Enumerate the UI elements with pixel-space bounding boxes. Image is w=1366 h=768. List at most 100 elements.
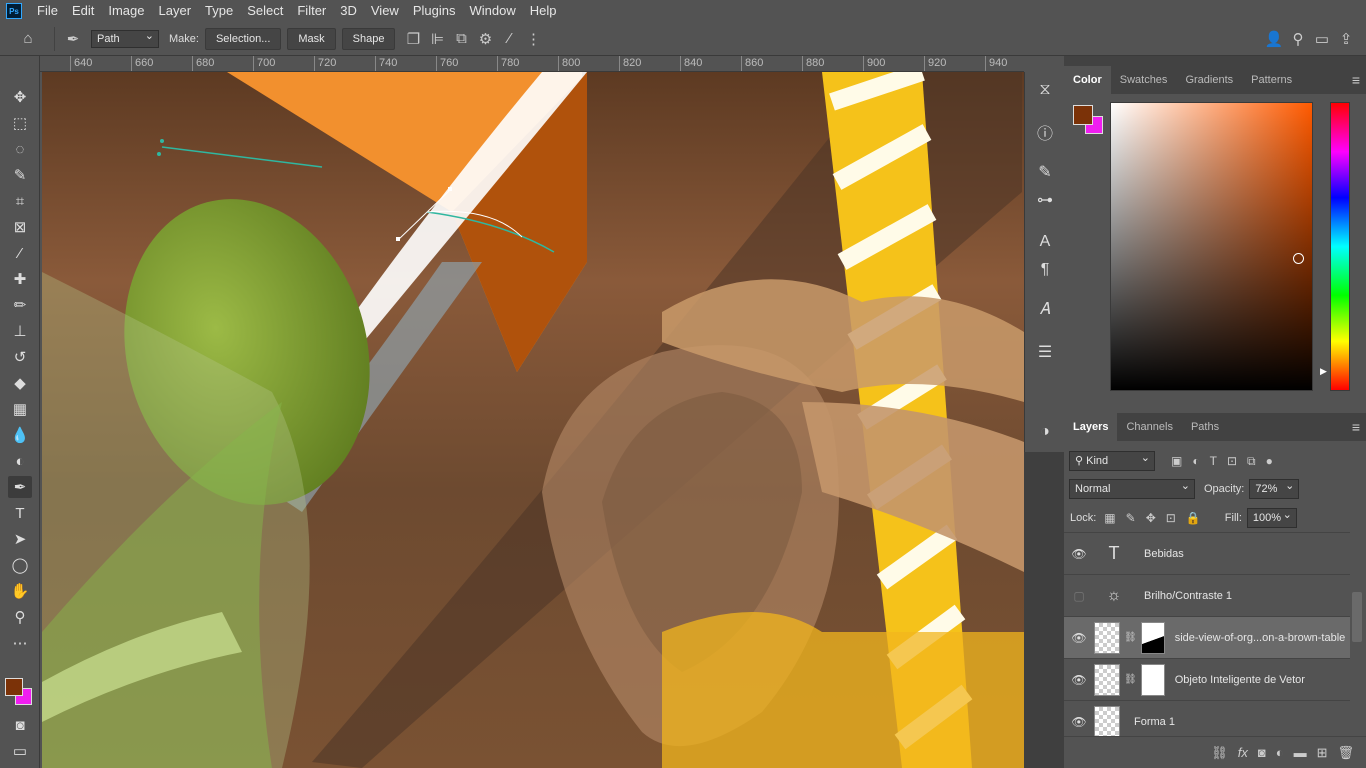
menu-3d[interactable]: 3D — [333, 0, 364, 22]
gear-icon[interactable]: ⚙ — [473, 27, 497, 51]
lock-artboard-icon[interactable]: ⊡ — [1166, 511, 1176, 525]
upload-icon[interactable]: ⇪ — [1334, 27, 1358, 51]
menu-filter[interactable]: Filter — [290, 0, 333, 22]
layer-row-objeto[interactable]: 👁 ⛓ Objeto Inteligente de Vetor — [1064, 658, 1350, 700]
more-tools-icon[interactable]: ⋯ — [8, 632, 32, 654]
layer-mask-thumbnail[interactable] — [1140, 663, 1165, 696]
menu-image[interactable]: Image — [101, 0, 151, 22]
type-tool-icon[interactable]: T — [8, 502, 32, 524]
paragraph-icon[interactable]: ¶ — [1033, 258, 1057, 282]
foreground-color-swatch[interactable] — [5, 678, 23, 696]
blur-tool-icon[interactable]: 💧 — [8, 424, 32, 446]
fx-icon[interactable]: fx — [1238, 745, 1248, 760]
hand-tool-icon[interactable]: ✋ — [8, 580, 32, 602]
menu-help[interactable]: Help — [523, 0, 564, 22]
tab-channels[interactable]: Channels — [1117, 413, 1181, 441]
layer-row-brilho[interactable]: ▢ ☼ Brilho/Contraste 1 — [1064, 574, 1350, 616]
pen-tool-icon[interactable]: ✒ — [8, 476, 32, 498]
menu-view[interactable]: View — [364, 0, 406, 22]
menu-window[interactable]: Window — [462, 0, 522, 22]
menu-type[interactable]: Type — [198, 0, 240, 22]
tab-paths[interactable]: Paths — [1182, 413, 1228, 441]
move-tool-icon[interactable]: ✥ — [8, 86, 32, 108]
brush-tool-icon[interactable]: ✏ — [8, 294, 32, 316]
panel-menu-icon[interactable]: ≡ — [1352, 72, 1366, 88]
crop-tool-icon[interactable]: ⌗ — [8, 190, 32, 212]
new-layer-icon[interactable]: ⊞ — [1317, 745, 1328, 761]
make-mask-button[interactable]: Mask — [287, 27, 336, 50]
properties-icon[interactable]: ☰ — [1033, 340, 1057, 364]
tab-patterns[interactable]: Patterns — [1242, 66, 1301, 94]
dodge-tool-icon[interactable]: ◐ — [8, 450, 32, 472]
quick-mask-icon[interactable]: ◙ — [8, 714, 32, 736]
layer-row-side-view[interactable]: 👁 ⛓ side-view-of-org...on-a-brown-table — [1064, 616, 1350, 658]
make-selection-button[interactable]: Selection... — [204, 27, 282, 50]
menu-edit[interactable]: Edit — [65, 0, 101, 22]
align-edges-icon[interactable]: ⋮ — [521, 27, 545, 51]
link-layers-icon[interactable]: ⛓ — [1211, 745, 1228, 761]
zoom-tool-icon[interactable]: ⚲ — [8, 606, 32, 628]
filter-pixel-icon[interactable]: ▣ — [1171, 454, 1182, 468]
tab-layers[interactable]: Layers — [1064, 413, 1118, 441]
eyedropper-tool-icon[interactable]: ⁄ — [8, 242, 32, 264]
path-alignment-icon[interactable]: ⊫ — [425, 27, 449, 51]
filter-smart-object-icon[interactable]: ⧉ — [1247, 454, 1256, 469]
blend-mode-select[interactable]: Normal — [1069, 477, 1195, 499]
styles-icon[interactable]: ◑ — [1033, 420, 1057, 444]
path-operations-icon[interactable]: ❐ — [401, 27, 425, 51]
lock-all-icon[interactable]: 🔒 — [1186, 511, 1201, 525]
layers-panel-menu-icon[interactable]: ≡ — [1352, 419, 1366, 435]
eye-icon[interactable]: 👁 — [1064, 673, 1094, 687]
trash-icon[interactable]: 🗑 — [1337, 745, 1354, 761]
tab-gradients[interactable]: Gradients — [1176, 66, 1242, 94]
lock-transparent-icon[interactable]: ▦ — [1104, 511, 1115, 525]
lock-pixels-icon[interactable]: ✎ — [1126, 511, 1136, 525]
share-icon[interactable]: 👤 — [1262, 27, 1286, 51]
visibility-off-box[interactable]: ▢ — [1064, 589, 1094, 603]
eye-icon[interactable]: 👁 — [1064, 631, 1094, 645]
info-icon[interactable]: ⓘ — [1033, 120, 1057, 144]
opacity-input[interactable]: 72% — [1249, 477, 1300, 499]
stamp-tool-icon[interactable]: ⊥ — [8, 320, 32, 342]
fill-input[interactable]: 100% — [1246, 506, 1297, 528]
filter-shape-icon[interactable]: ⊡ — [1227, 454, 1237, 468]
adjustments-icon[interactable]: ⊶ — [1033, 188, 1057, 212]
eraser-tool-icon[interactable]: ◆ — [8, 372, 32, 394]
quick-selection-tool-icon[interactable]: ✎ — [8, 164, 32, 186]
ellipse-tool-icon[interactable]: ◯ — [8, 554, 32, 576]
layer-filter-kind[interactable]: ⚲ Kind — [1069, 449, 1155, 471]
history-brush-tool-icon[interactable]: ↺ — [8, 346, 32, 368]
filter-toggle-icon[interactable]: ● — [1266, 454, 1273, 468]
auto-add-delete-icon[interactable]: ⁄ — [497, 27, 521, 51]
path-mode-select[interactable]: Path — [91, 28, 159, 48]
marquee-tool-icon[interactable]: ⬚ — [8, 112, 32, 134]
eye-icon[interactable]: 👁 — [1064, 715, 1094, 729]
saturation-value-picker[interactable] — [1110, 102, 1313, 391]
layers-scrollbar-thumb[interactable] — [1352, 592, 1362, 642]
home-icon[interactable]: ⌂ — [16, 27, 40, 51]
frame-tool-icon[interactable]: ⊠ — [8, 216, 32, 238]
gradient-tool-icon[interactable]: ▦ — [8, 398, 32, 420]
pen-tool-preset-icon[interactable]: ✒ — [61, 27, 85, 51]
add-mask-icon[interactable]: ◙ — [1258, 745, 1266, 760]
glyphs-icon[interactable]: 𝐴 — [1033, 298, 1057, 322]
color-panel-foreground-swatch[interactable] — [1073, 105, 1093, 125]
color-picker-cursor[interactable] — [1293, 253, 1304, 264]
menu-layer[interactable]: Layer — [152, 0, 199, 22]
screen-mode-icon[interactable]: ▭ — [8, 740, 32, 762]
menu-select[interactable]: Select — [240, 0, 290, 22]
hue-slider[interactable] — [1330, 102, 1350, 391]
tab-swatches[interactable]: Swatches — [1111, 66, 1177, 94]
adjustment-layer-icon[interactable]: ◐ — [1276, 745, 1284, 760]
menu-plugins[interactable]: Plugins — [406, 0, 463, 22]
layer-mask-thumbnail[interactable] — [1140, 621, 1165, 654]
lock-position-icon[interactable]: ✥ — [1146, 511, 1156, 525]
brush-settings-icon[interactable]: ✎ — [1033, 160, 1057, 184]
make-shape-button[interactable]: Shape — [341, 27, 396, 50]
path-selection-tool-icon[interactable]: ➤ — [8, 528, 32, 550]
path-arrangement-icon[interactable]: ⧉ — [449, 27, 473, 51]
layer-row-bebidas[interactable]: 👁 T Bebidas — [1064, 532, 1350, 574]
tab-color[interactable]: Color — [1064, 66, 1111, 94]
filter-adjustment-icon[interactable]: ◐ — [1192, 454, 1199, 468]
search-icon[interactable]: ⚲ — [1286, 27, 1310, 51]
